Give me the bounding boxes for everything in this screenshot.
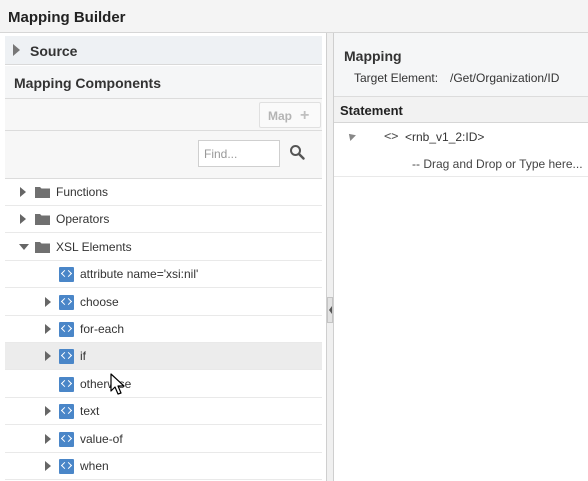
mapping-header: Mapping Target Element: /Get/Organizatio… — [334, 33, 588, 97]
add-icon: + — [300, 107, 310, 124]
tree-item-for-each[interactable]: for-each — [5, 316, 322, 343]
tree-item-label: if — [80, 349, 86, 364]
find-input[interactable] — [198, 140, 280, 167]
tree-item-xsl-elements[interactable]: XSL Elements — [5, 234, 322, 261]
statement-element: <rnb_v1_2:ID> — [405, 130, 485, 144]
xsl-element-icon — [59, 376, 74, 392]
window-title-bar: Mapping Builder — [0, 0, 588, 33]
target-element-label: Target Element: — [354, 71, 439, 85]
tree-item-label: XSL Elements — [56, 239, 132, 254]
tree-item-label: text — [80, 404, 100, 419]
source-section-header[interactable]: Source — [5, 36, 322, 65]
xsl-element-icon — [59, 459, 74, 474]
expand-arrow-icon[interactable] — [45, 433, 51, 444]
statement-title: Statement — [340, 103, 403, 118]
tree-item-label: attribute name='xsi:nil' — [80, 267, 199, 282]
tree-item-label: when — [80, 459, 109, 473]
tree-item-text[interactable]: text — [5, 398, 322, 426]
collapse-handle[interactable] — [327, 297, 333, 323]
tree-item-value-of[interactable]: value-of — [5, 426, 322, 453]
mapping-components-title: Mapping Components — [14, 75, 161, 91]
statement-row[interactable]: <> <rnb_v1_2:ID> — [334, 123, 588, 149]
xsl-element-icon — [59, 404, 74, 420]
mapping-title: Mapping — [344, 48, 402, 64]
statement-drop-row[interactable]: -- Drag and Drop or Type here... — [334, 151, 588, 177]
statement-header: Statement — [334, 97, 588, 123]
expand-arrow-icon[interactable] — [45, 461, 51, 471]
folder-icon — [35, 187, 50, 198]
window-title: Mapping Builder — [8, 9, 126, 26]
tree-item-label: Functions — [56, 185, 109, 199]
tree-item-choose[interactable]: choose — [5, 289, 322, 316]
tree-item-otherwise[interactable]: otherwise — [5, 371, 322, 398]
folder-icon — [35, 214, 50, 226]
tree-item-operators[interactable]: Operators — [5, 206, 322, 234]
tree-item-attribute-name-xsi-nil[interactable]: attribute name='xsi:nil' — [5, 261, 322, 289]
xsl-element-icon — [59, 431, 74, 447]
tree-item-label: Operators — [56, 212, 110, 227]
search-icon[interactable] — [289, 144, 305, 160]
target-element-value: /Get/Organization/ID — [450, 71, 560, 85]
expand-arrow-icon[interactable] — [45, 406, 51, 417]
expand-arrow-icon[interactable] — [45, 324, 51, 334]
mapping-components-header: Mapping Components — [5, 66, 322, 99]
expand-arrow-icon[interactable] — [20, 187, 26, 197]
folder-icon — [35, 241, 50, 253]
left-panel: Source Mapping Components Map + Function… — [0, 33, 327, 481]
expand-arrow-icon[interactable] — [45, 351, 51, 362]
drag-drop-hint[interactable]: -- Drag and Drop or Type here... — [412, 157, 583, 171]
mouse-pointer-icon — [110, 373, 125, 395]
tree-item-functions[interactable]: Functions — [5, 179, 322, 206]
map-button[interactable]: Map + — [259, 102, 321, 128]
right-panel: Mapping Target Element: /Get/Organizatio… — [334, 33, 588, 481]
collapse-arrow-icon[interactable] — [346, 131, 356, 141]
expand-arrow-icon[interactable] — [13, 44, 20, 56]
xsl-element-icon — [59, 322, 74, 337]
search-area — [5, 131, 322, 179]
components-tree: Functions Operators XSL Elements attribute … — [5, 179, 322, 481]
panel-splitter[interactable] — [326, 33, 334, 481]
expand-arrow-icon[interactable] — [20, 214, 26, 225]
source-label: Source — [30, 43, 78, 59]
xsl-element-icon — [59, 349, 74, 365]
tree-item-label: value-of — [80, 431, 123, 446]
xsl-element-icon — [59, 267, 74, 283]
map-button-label: Map — [268, 109, 292, 123]
tree-item-if[interactable]: if — [5, 343, 322, 371]
expand-arrow-icon[interactable] — [45, 296, 51, 307]
xsl-element-icon — [59, 294, 74, 310]
code-element-icon: <> — [384, 129, 399, 143]
tree-item-when[interactable]: when — [5, 453, 322, 480]
collapse-arrow-icon[interactable] — [19, 243, 29, 250]
tree-item-label: for-each — [80, 322, 125, 336]
tree-item-label: choose — [80, 294, 119, 309]
components-toolbar: Map + — [5, 99, 322, 131]
